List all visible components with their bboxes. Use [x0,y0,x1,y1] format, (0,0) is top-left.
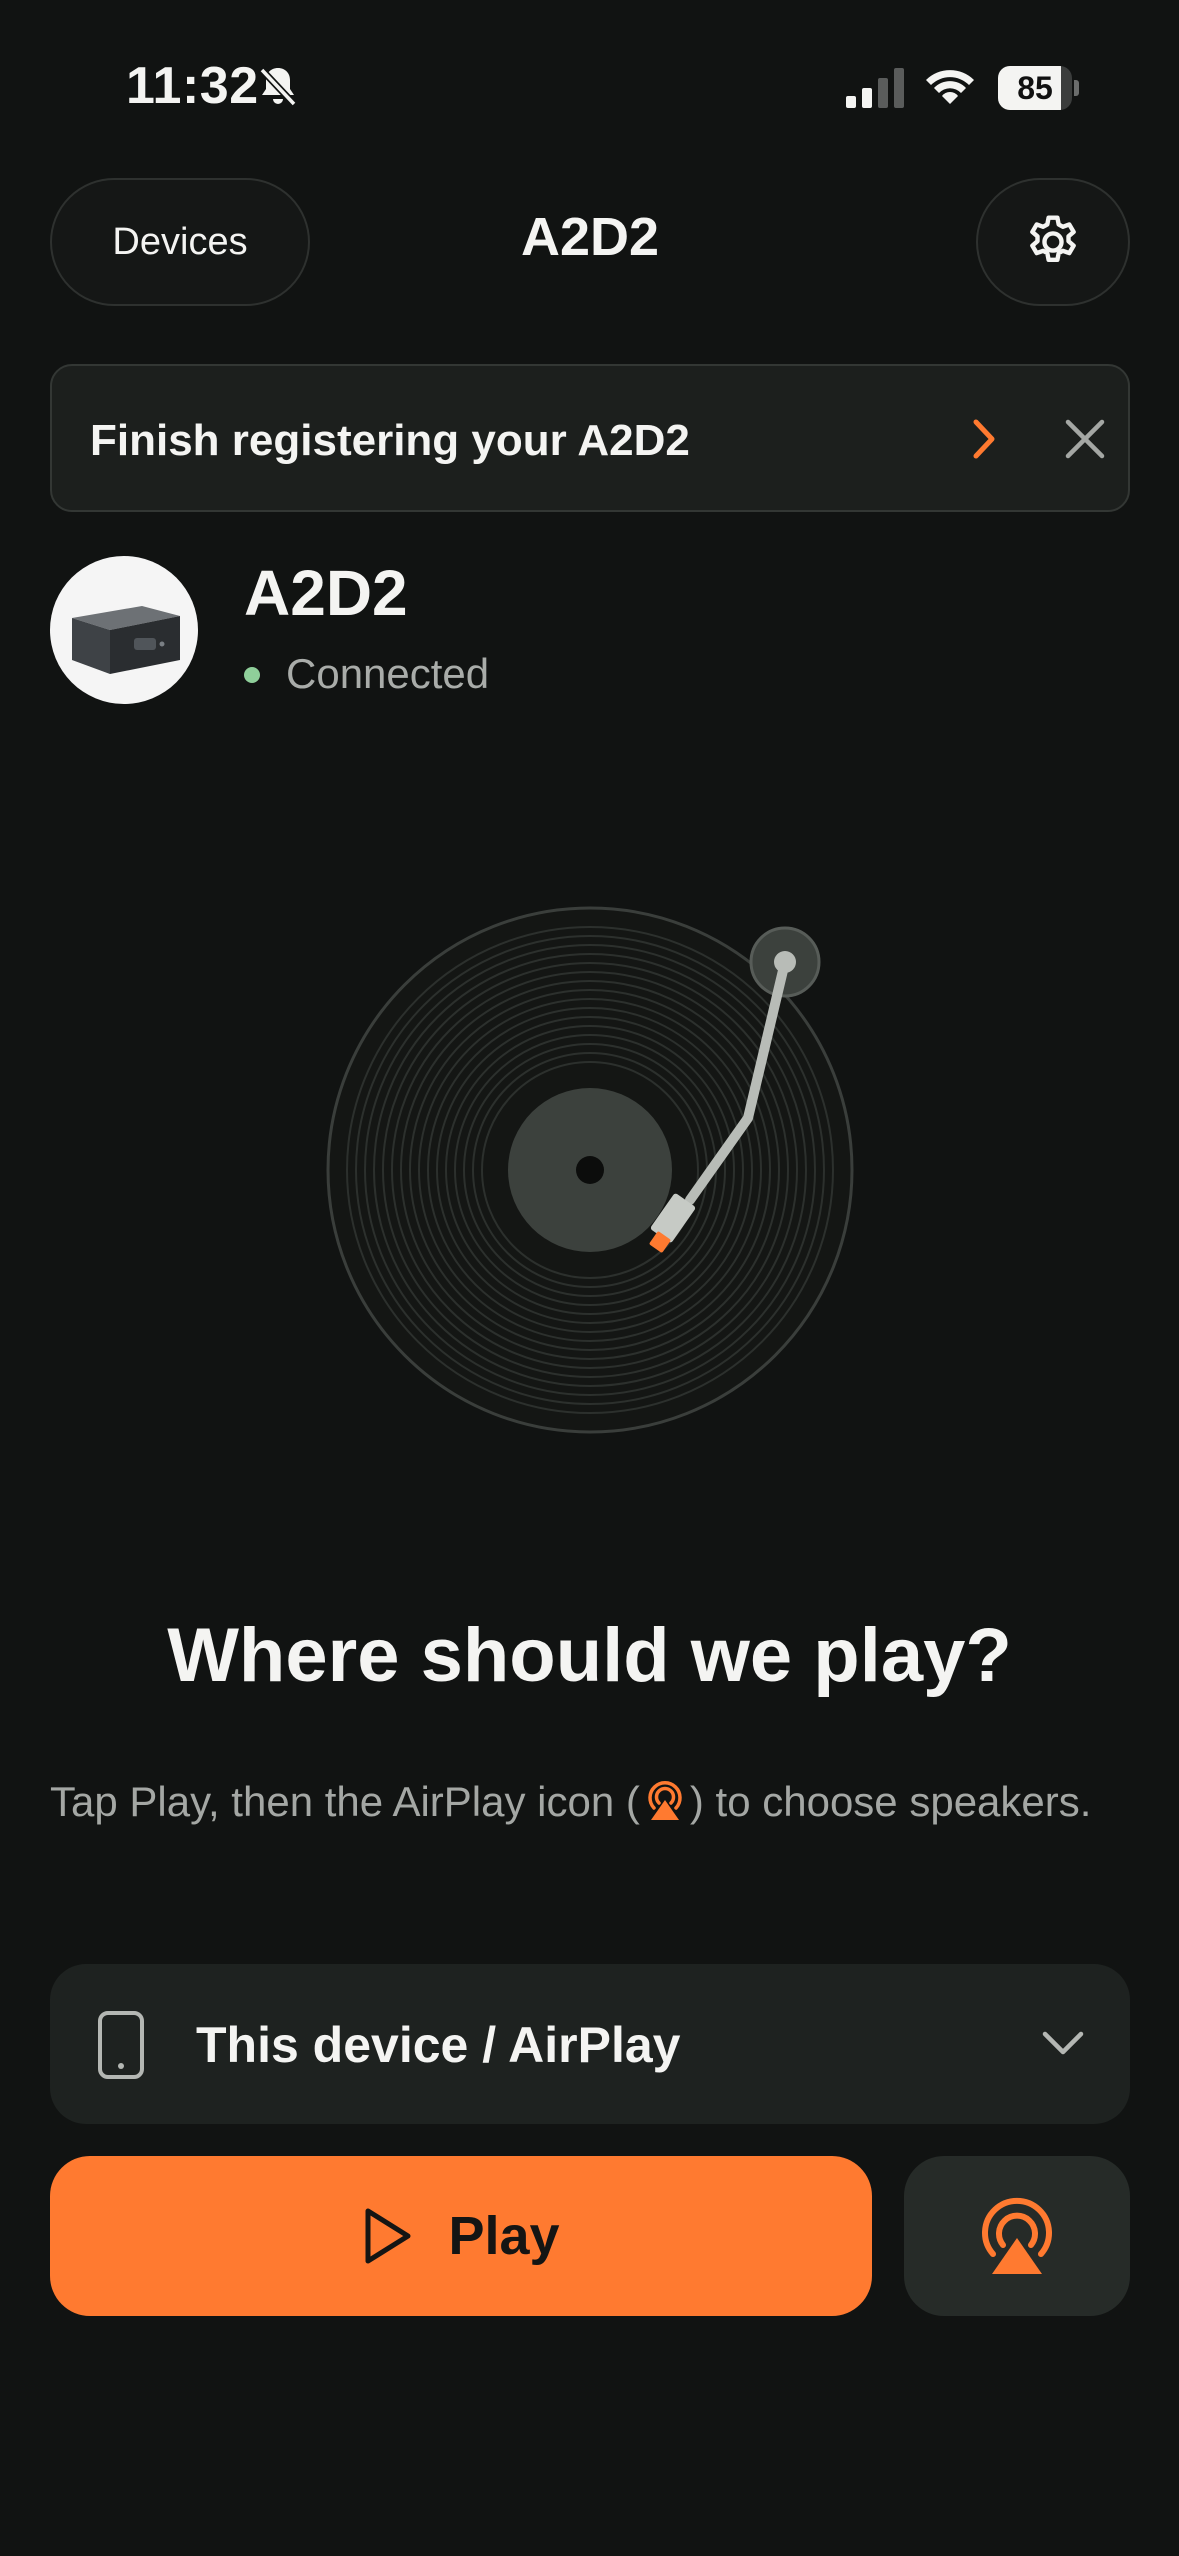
airplay-button[interactable] [904,2156,1130,2316]
close-icon[interactable] [1064,418,1106,460]
battery-icon: 85 [998,66,1079,110]
output-selector-label: This device / AirPlay [196,2017,681,2073]
airplay-icon [648,1781,682,1820]
connected-status-dot [244,667,260,683]
registration-banner[interactable]: Finish registering your A2D2 [50,364,1130,512]
instruction-after: ) to choose speakers. [689,1778,1092,1825]
banner-text: Finish registering your A2D2 [90,416,690,465]
device-image [72,606,180,674]
airplay-icon [982,2197,1052,2274]
battery-percent: 85 [1017,70,1053,106]
instruction-text: Tap Play, then the AirPlay icon ( ) to c… [50,1768,1130,1836]
status-time: 11:32 [126,57,259,115]
devices-button[interactable]: Devices [50,178,310,306]
wifi-icon [926,70,974,104]
instruction-before: Tap Play, then the AirPlay icon ( [50,1778,640,1825]
bell-slash-icon [259,67,297,107]
cellular-signal-icon [846,68,904,108]
device-name: A2D2 [244,557,408,629]
app-screen: 11:32 85 Devices A2D2 Finish registering… [0,0,1179,2556]
play-button-label: Play [448,2206,560,2266]
connection-status: Connected [286,650,490,697]
settings-button[interactable] [976,178,1130,306]
phone-icon [98,2011,144,2079]
turntable-illustration [326,906,854,1434]
device-avatar [50,556,198,704]
chevron-right-icon[interactable] [964,416,1004,462]
main-heading: Where should we play? [167,1613,1012,1698]
gear-icon [1030,215,1076,263]
play-icon [365,2208,411,2264]
page-title: A2D2 [520,207,660,267]
output-selector[interactable]: This device / AirPlay [50,1964,1130,2124]
chevron-down-icon [1042,2031,1084,2055]
play-button[interactable]: Play [50,2156,872,2316]
